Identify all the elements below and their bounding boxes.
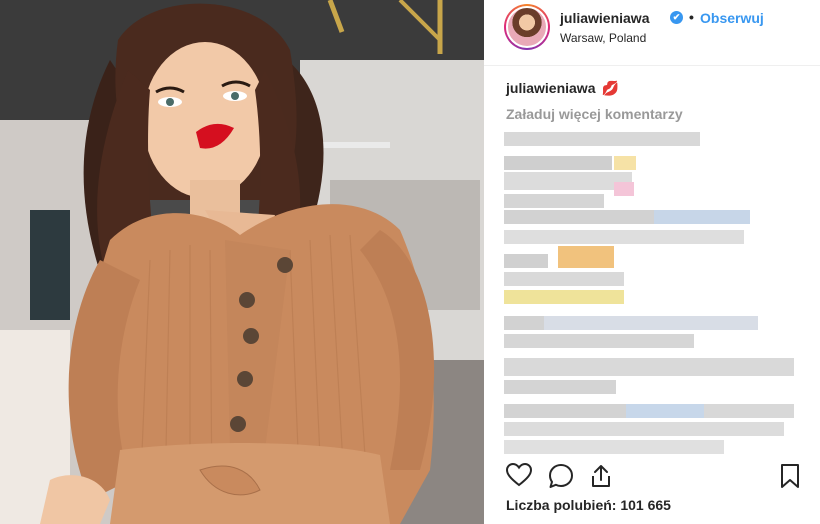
redacted-comment-line: [544, 316, 758, 330]
share-glyph: [592, 465, 610, 487]
redacted-comment-line: [504, 230, 744, 244]
follow-button[interactable]: Obserwuj: [700, 10, 764, 26]
verified-badge-icon: ✔: [670, 11, 683, 24]
redacted-comments: [504, 130, 804, 460]
header-username[interactable]: juliawieniawa: [560, 10, 649, 26]
redacted-comment-line: [504, 334, 694, 348]
redacted-comment-line: [558, 246, 614, 268]
header-separator: •: [689, 9, 694, 25]
location-link[interactable]: Warsaw, Poland: [560, 31, 646, 45]
bookmark-icon[interactable]: [780, 463, 800, 494]
avatar-image: [506, 6, 548, 48]
redacted-comment-line: [504, 380, 616, 394]
comment-glyph: [549, 464, 573, 488]
redacted-comment-line: [654, 210, 750, 224]
redacted-comment-line: [504, 254, 548, 268]
redacted-comment-line: [504, 316, 544, 330]
likes-count[interactable]: Liczba polubień: 101 665: [506, 497, 671, 513]
bookmark-glyph: [781, 464, 799, 488]
post-actions: [484, 458, 820, 492]
heart-icon[interactable]: [505, 462, 533, 492]
share-icon[interactable]: [588, 463, 614, 494]
caption-username[interactable]: juliawieniawa: [506, 80, 595, 96]
photo-illustration: [0, 0, 484, 524]
redacted-comment-line: [504, 172, 632, 190]
redacted-comment-line: [504, 422, 784, 436]
redacted-comment-line: [614, 156, 636, 170]
comment-icon[interactable]: [548, 463, 574, 494]
redacted-comment-line: [504, 440, 724, 454]
kiss-emoji: 💋: [601, 80, 619, 96]
redacted-comment-line: [504, 132, 700, 146]
redacted-comment-line: [504, 272, 624, 286]
heart-glyph: [505, 462, 533, 487]
post-sidebar: juliawieniawa ✔ • Obserwuj Warsaw, Polan…: [484, 0, 820, 524]
redacted-comment-line: [504, 210, 654, 224]
redacted-comment-line: [504, 358, 794, 376]
redacted-comment-line: [504, 290, 624, 304]
post-header: juliawieniawa ✔ • Obserwuj Warsaw, Polan…: [484, 0, 820, 66]
redacted-comment-line: [504, 404, 626, 418]
avatar[interactable]: [504, 4, 550, 50]
redacted-comment-line: [504, 156, 612, 170]
post-caption: juliawieniawa 💋: [506, 80, 619, 97]
redacted-comment-line: [626, 404, 704, 418]
post-photo[interactable]: [0, 0, 484, 524]
redacted-comment-line: [614, 182, 634, 196]
load-more-comments-button[interactable]: Załaduj więcej komentarzy: [506, 106, 683, 122]
redacted-comment-line: [704, 404, 794, 418]
redacted-comment-line: [504, 194, 604, 208]
